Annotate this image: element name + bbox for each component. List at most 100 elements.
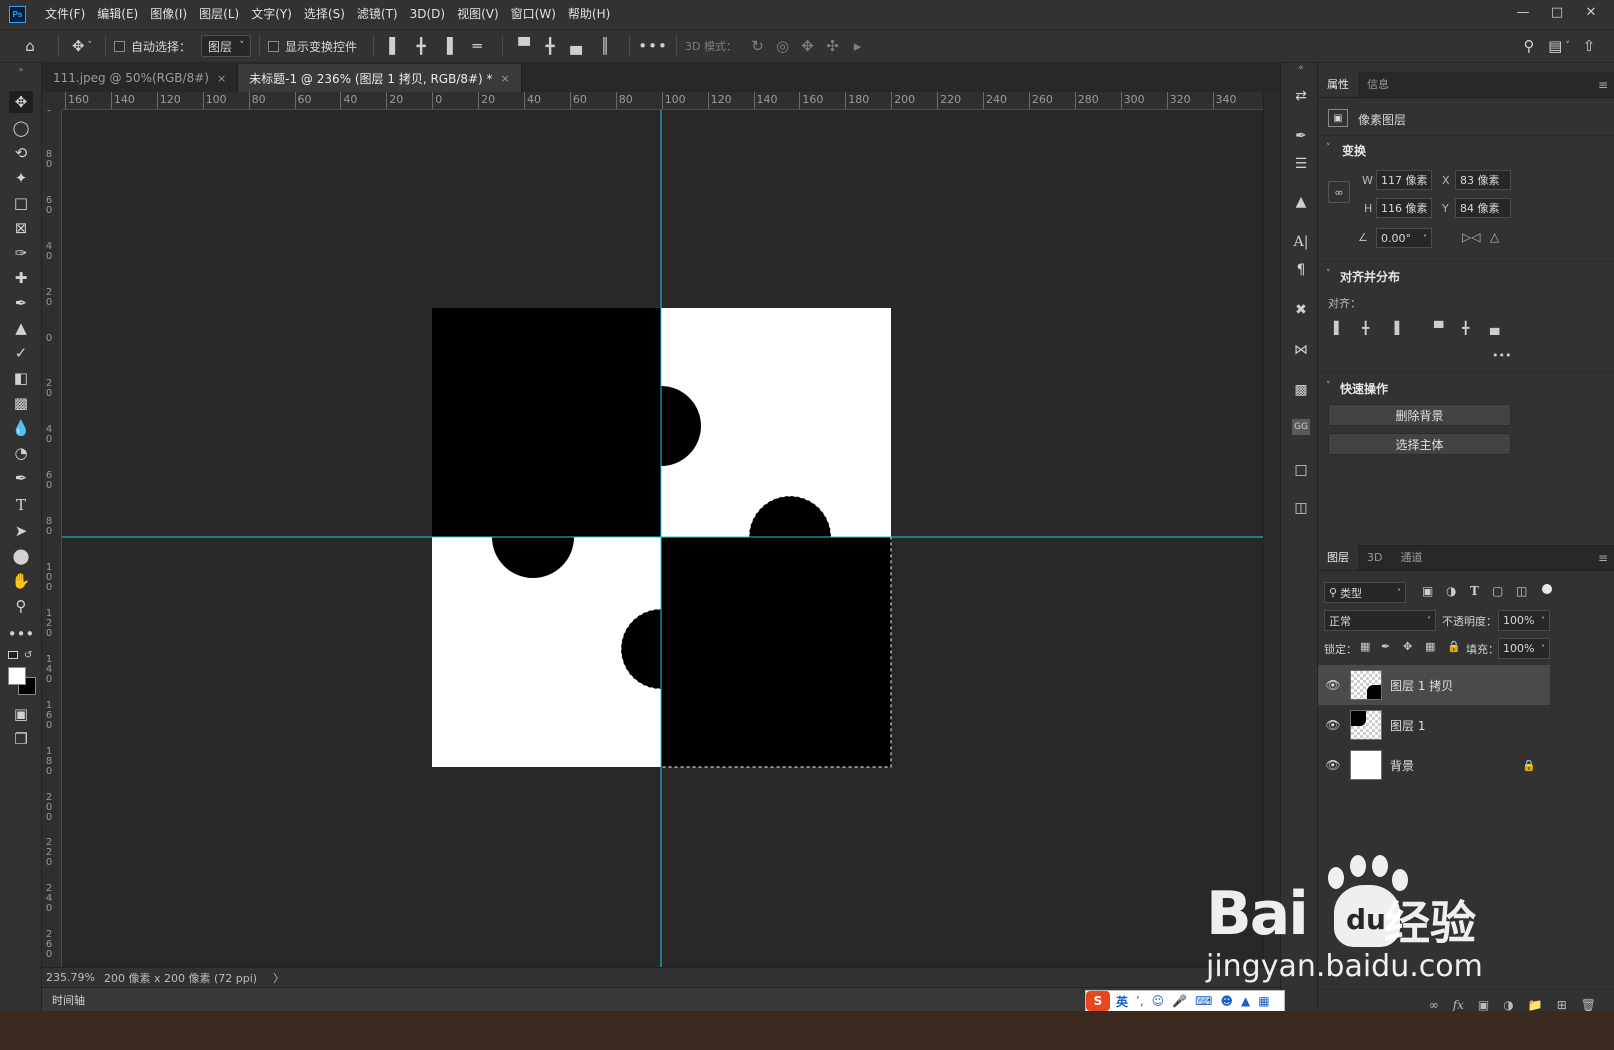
select-subject-button[interactable]: 选择主体 (1328, 433, 1511, 455)
sogou-logo-icon[interactable]: S (1086, 991, 1110, 1011)
character-panel-icon[interactable]: A| (1290, 231, 1312, 253)
keyboard-icon[interactable]: ⌨ (1195, 994, 1212, 1008)
remove-background-button[interactable]: 删除背景 (1328, 404, 1511, 426)
maximize-icon[interactable]: □ (1540, 0, 1574, 24)
align-right-edges-icon[interactable]: ▐ (1390, 321, 1399, 335)
clone-source-icon[interactable]: ▲ (1290, 191, 1312, 213)
foreground-color-swatch[interactable] (8, 667, 26, 685)
close-window-icon[interactable]: ✕ (1574, 0, 1608, 24)
width-field[interactable]: 117 像素 (1376, 170, 1432, 190)
pen-tool-icon[interactable]: ✒ (9, 467, 33, 489)
layer-row[interactable]: 👁 背景 🔒 (1318, 745, 1550, 785)
align-v-centers-icon[interactable]: ╋ (1462, 321, 1469, 335)
layer-name[interactable]: 背景 (1390, 757, 1414, 774)
zoom-tool-icon[interactable]: ⚲ (9, 595, 33, 617)
collapse-toolbar-icon[interactable]: » (9, 65, 33, 74)
brush-tool-icon[interactable]: ✒ (9, 292, 33, 314)
menu-item[interactable]: 窗口(W) (505, 0, 562, 29)
lock-transparent-icon[interactable]: ▦ (1360, 640, 1370, 653)
layers-menu-icon[interactable]: ≡ (1598, 551, 1608, 565)
3d-camera-icon[interactable]: ▸ (845, 37, 870, 55)
blend-mode-dropdown[interactable]: 正常 ˅ (1324, 610, 1436, 631)
filter-shape-icon[interactable]: ▢ (1492, 584, 1503, 598)
show-transform-checkbox[interactable] (268, 40, 280, 52)
paragraph-panel-icon[interactable]: ¶ (1290, 259, 1312, 281)
angle-field[interactable]: 0.00° ˅ (1376, 228, 1432, 248)
collapse-strip-icon[interactable]: « (1290, 63, 1312, 73)
lock-artboard-icon[interactable]: ▦ (1425, 640, 1435, 653)
panel-menu-icon[interactable]: ≡ (1598, 78, 1608, 92)
histogram-icon[interactable]: ▩ (1290, 379, 1312, 401)
eraser-tool-icon[interactable]: ◧ (9, 367, 33, 389)
menu-item[interactable]: 文字(Y) (245, 0, 298, 29)
gradient-tool-icon[interactable]: ▩ (9, 392, 33, 414)
flip-horizontal-icon[interactable]: ▷◁ (1462, 230, 1480, 244)
shapes-panel-icon[interactable]: ⋈ (1290, 339, 1312, 361)
x-position-field[interactable]: 83 像素 (1455, 170, 1511, 190)
auto-select-target-dropdown[interactable]: 图层 ˅ (201, 35, 252, 57)
fx-icon[interactable]: fx (1453, 998, 1464, 1012)
more-tools-icon[interactable]: ••• (8, 623, 35, 645)
toolbox-icon[interactable]: ▦ (1258, 994, 1269, 1008)
crop-panel-icon[interactable]: □ (1290, 459, 1312, 481)
move-tool-icon[interactable]: ✥ ˅ (67, 37, 97, 55)
new-layer-icon[interactable]: ⊞ (1557, 998, 1567, 1012)
menu-item[interactable]: 滤镜(T) (351, 0, 404, 29)
layer-row[interactable]: 👁 图层 1 (1318, 705, 1550, 745)
move-tool-icon[interactable]: ✥ (9, 91, 33, 113)
tab-info[interactable]: 信息 (1358, 71, 1398, 97)
magic-wand-icon[interactable]: ✦ (9, 167, 33, 189)
tab-properties[interactable]: 属性 (1318, 71, 1358, 97)
ellipse-tool-icon[interactable]: ⬤ (9, 545, 33, 567)
lock-all-icon[interactable]: 🔒 (1447, 640, 1461, 653)
emoji-icon[interactable]: ☺ (1152, 994, 1165, 1008)
gg-plugin-icon[interactable]: GG (1292, 419, 1310, 435)
mask-icon[interactable]: ▣ (1478, 998, 1489, 1012)
filter-adjustment-icon[interactable]: ◑ (1446, 584, 1456, 598)
document-canvas[interactable] (62, 110, 1263, 967)
stamp-tool-icon[interactable]: ▲ (9, 317, 33, 339)
transform-chevron-icon[interactable]: ˅ (1326, 143, 1331, 153)
zoom-level[interactable]: 235.79% (46, 971, 104, 984)
menu-item[interactable]: 帮助(H) (562, 0, 616, 29)
filter-smart-object-icon[interactable]: ◫ (1516, 584, 1527, 598)
skin-icon[interactable]: ▲ (1241, 994, 1250, 1008)
filter-toggle-icon[interactable] (1542, 584, 1552, 594)
distribute-v-icon[interactable]: ║ (589, 37, 621, 55)
link-dimensions-icon[interactable]: ∞ (1328, 181, 1350, 203)
3d-orbit-icon[interactable]: ↻ (745, 37, 770, 55)
share-icon[interactable]: ⇧ (1574, 37, 1604, 55)
ime-language[interactable]: 英 (1116, 993, 1128, 1010)
adjustment-icon[interactable]: ◑ (1503, 998, 1513, 1012)
search-icon[interactable]: ⚲ (1514, 37, 1544, 55)
marquee-tool-icon[interactable]: ◯ (9, 117, 33, 139)
lasso-tool-icon[interactable]: ⟲ (9, 142, 33, 164)
trash-icon[interactable]: 🗑 (1581, 998, 1596, 1012)
layer-name[interactable]: 图层 1 拷贝 (1390, 677, 1453, 694)
type-tool-icon[interactable]: T (9, 494, 33, 516)
tab-channels[interactable]: 通道 (1391, 544, 1431, 570)
menu-item[interactable]: 文件(F) (39, 0, 91, 29)
layer-row[interactable]: 👁 图层 1 拷贝 (1318, 665, 1550, 705)
auto-select-checkbox[interactable] (114, 40, 125, 52)
lock-position-icon[interactable]: ✥ (1403, 640, 1412, 653)
brushes-panel-icon[interactable]: ✒ (1290, 125, 1312, 147)
swap-colors-icon[interactable]: ↺ (24, 650, 32, 661)
height-field[interactable]: 116 像素 (1376, 198, 1432, 218)
quick-actions-chevron-icon[interactable]: ˅ (1326, 381, 1331, 391)
tab-3d[interactable]: 3D (1358, 544, 1391, 570)
hand-tool-icon[interactable]: ✋ (9, 570, 33, 592)
path-select-icon[interactable]: ➤ (9, 520, 33, 542)
more-options-icon[interactable]: ••• (638, 37, 668, 55)
tab-layers[interactable]: 图层 (1318, 544, 1358, 570)
align-left-icon[interactable]: ▌ (382, 37, 408, 55)
blur-tool-icon[interactable]: 💧 (9, 417, 33, 439)
lock-pixels-icon[interactable]: ✒ (1381, 640, 1390, 653)
align-bottom-icon[interactable]: ▄ (563, 37, 589, 55)
quick-mask-icon[interactable]: ▣ (9, 703, 33, 725)
3d-roll-icon[interactable]: ◎ (770, 37, 795, 55)
menu-item[interactable]: 视图(V) (451, 0, 505, 29)
close-icon[interactable]: × (501, 72, 510, 85)
close-icon[interactable]: × (217, 72, 226, 85)
punctuation-icon[interactable]: ’, (1136, 994, 1144, 1008)
